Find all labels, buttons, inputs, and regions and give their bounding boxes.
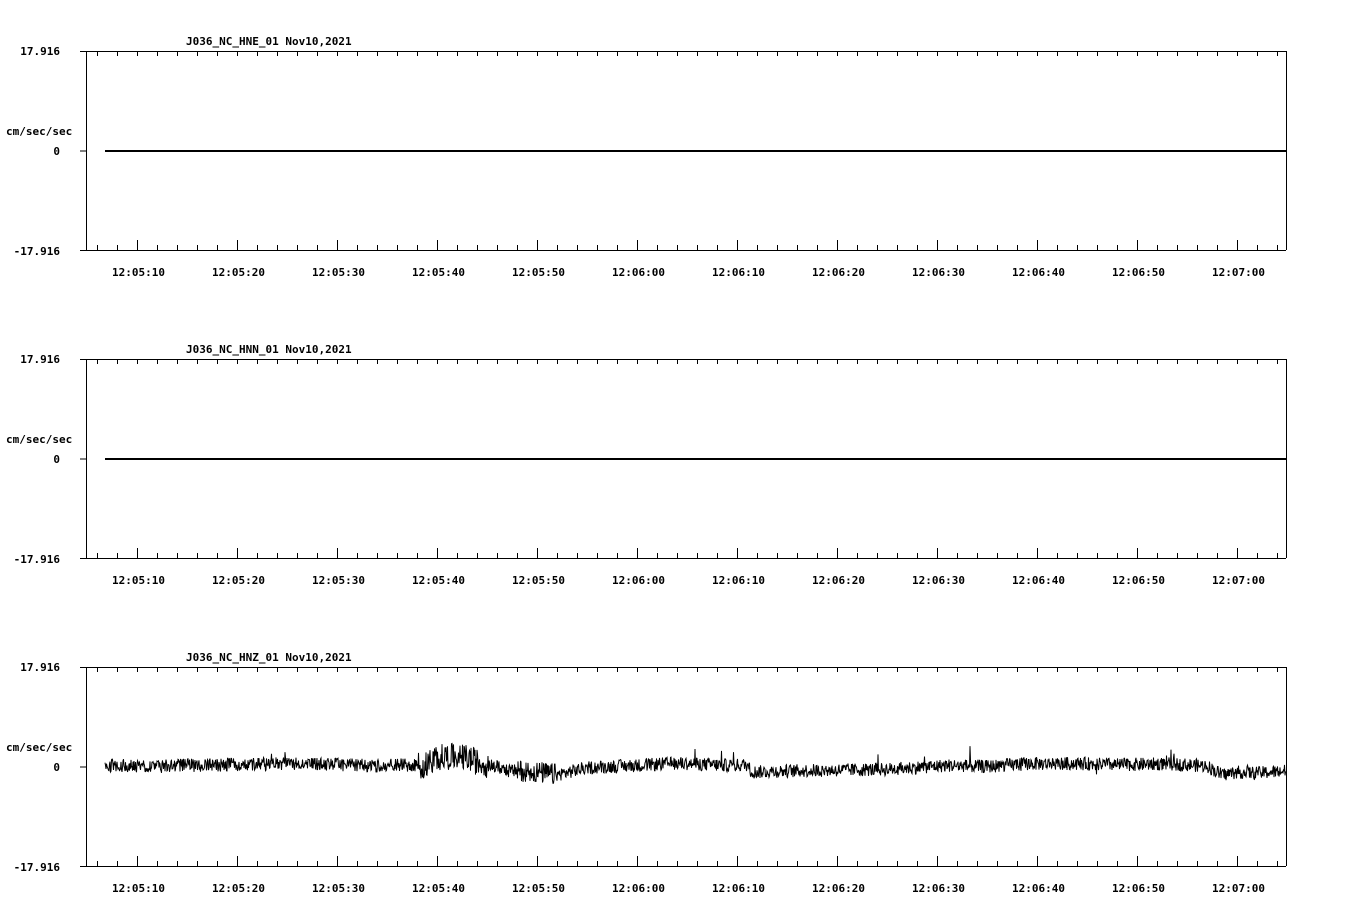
chart-panel-hnz: J036_NC_HNZ_01 Nov10,2021 cm/sec/sec 17.…: [0, 616, 1358, 916]
x-tick-label: 12:05:30: [312, 882, 365, 895]
x-tick-label: 12:05:30: [312, 574, 365, 587]
x-tick-label: 12:05:40: [412, 574, 465, 587]
y-tick-label-zero: 0: [53, 761, 60, 774]
y-tick-label-zero: 0: [53, 145, 60, 158]
x-tick-label: 12:05:10: [112, 882, 165, 895]
trace-line: [104, 742, 1287, 784]
chart-svg-hnz: J036_NC_HNZ_01 Nov10,2021 cm/sec/sec 17.…: [6, 651, 1287, 895]
y-tick-label-top: 17.916: [20, 661, 60, 674]
x-tick-label: 12:06:00: [612, 574, 665, 587]
y-tick-label-top: 17.916: [20, 45, 60, 58]
y-tick-label-bottom: -17.916: [14, 245, 61, 258]
seismogram-figure: J036_NC_HNE_01 Nov10,2021 cm/sec/sec 17.…: [0, 0, 1358, 924]
chart-title: J036_NC_HNE_01 Nov10,2021: [186, 35, 352, 48]
chart-panel-hne: J036_NC_HNE_01 Nov10,2021 cm/sec/sec 17.…: [0, 0, 1358, 300]
x-tick-label: 12:06:40: [1012, 882, 1065, 895]
x-tick-label: 12:06:20: [812, 882, 865, 895]
x-tick-label: 12:07:00: [1212, 266, 1265, 279]
x-tick-label: 12:05:50: [512, 266, 565, 279]
x-tick-label: 12:06:40: [1012, 574, 1065, 587]
chart-svg-hne: J036_NC_HNE_01 Nov10,2021 cm/sec/sec 17.…: [6, 35, 1287, 279]
y-tick-label-zero: 0: [53, 453, 60, 466]
x-tick-label: 12:05:40: [412, 266, 465, 279]
y-axis-label: cm/sec/sec: [6, 741, 72, 754]
x-tick-labels: 12:05:10 12:05:20 12:05:30 12:05:40 12:05:50…: [112, 266, 1265, 279]
y-axis-label: cm/sec/sec: [6, 125, 72, 138]
x-tick-label: 12:06:50: [1112, 266, 1165, 279]
x-tick-label: 12:06:20: [812, 574, 865, 587]
x-tick-label: 12:05:20: [212, 266, 265, 279]
x-tick-label: 12:06:30: [912, 574, 965, 587]
x-tick-label: 12:06:10: [712, 266, 765, 279]
x-tick-label: 12:05:20: [212, 882, 265, 895]
x-tick-labels: 12:05:10 12:05:20 12:05:30 12:05:40 12:05:50…: [112, 574, 1265, 587]
chart-title: J036_NC_HNZ_01 Nov10,2021: [186, 651, 352, 664]
y-axis-label: cm/sec/sec: [6, 433, 72, 446]
chart-svg-hnn: J036_NC_HNN_01 Nov10,2021 cm/sec/sec 17.…: [6, 343, 1287, 587]
x-tick-label: 12:05:10: [112, 266, 165, 279]
x-tick-label: 12:07:00: [1212, 574, 1265, 587]
chart-title: J036_NC_HNN_01 Nov10,2021: [186, 343, 352, 356]
x-tick-labels: 12:05:10 12:05:20 12:05:30 12:05:40 12:05:50…: [112, 882, 1265, 895]
x-tick-label: 12:06:50: [1112, 882, 1165, 895]
x-tick-label: 12:05:50: [512, 882, 565, 895]
y-tick-label-bottom: -17.916: [14, 553, 61, 566]
x-tick-label: 12:06:20: [812, 266, 865, 279]
chart-panel-hnn: J036_NC_HNN_01 Nov10,2021 cm/sec/sec 17.…: [0, 308, 1358, 608]
x-tick-label: 12:06:30: [912, 882, 965, 895]
y-tick-label-top: 17.916: [20, 353, 60, 366]
x-tick-label: 12:05:20: [212, 574, 265, 587]
x-tick-label: 12:06:40: [1012, 266, 1065, 279]
x-tick-label: 12:06:10: [712, 574, 765, 587]
x-tick-label: 12:06:00: [612, 266, 665, 279]
x-tick-label: 12:05:50: [512, 574, 565, 587]
x-tick-label: 12:05:30: [312, 266, 365, 279]
x-tick-label: 12:05:10: [112, 574, 165, 587]
x-tick-label: 12:06:30: [912, 266, 965, 279]
x-tick-label: 12:06:10: [712, 882, 765, 895]
y-tick-label-bottom: -17.916: [14, 861, 61, 874]
x-tick-label: 12:06:50: [1112, 574, 1165, 587]
x-tick-label: 12:06:00: [612, 882, 665, 895]
x-tick-label: 12:05:40: [412, 882, 465, 895]
x-tick-label: 12:07:00: [1212, 882, 1265, 895]
